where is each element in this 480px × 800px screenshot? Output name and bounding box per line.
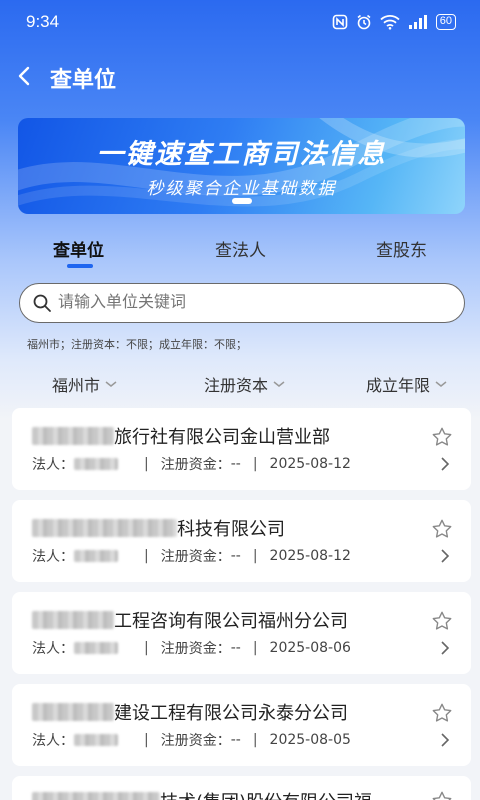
alarm-icon xyxy=(357,14,371,30)
nav-bar: 查单位 xyxy=(0,56,480,96)
company-card[interactable]: 建设工程有限公司永泰分公司 法人： | 注册资金： -- | 2025-08-05 xyxy=(12,684,471,766)
redacted-text xyxy=(32,519,177,537)
registration-date: 2025-08-12 xyxy=(269,456,351,472)
chevron-right-icon xyxy=(441,733,450,747)
filter-summary: 福州市；注册资本：不限；成立年限：不限； xyxy=(27,338,247,351)
status-bar: 9:34 60 xyxy=(0,0,480,48)
company-name: 工程咨询有限公司福州分公司 xyxy=(32,607,348,633)
signal-icon xyxy=(408,15,427,29)
promo-banner[interactable]: 一键速查工商司法信息 秒级聚合企业基础数据 xyxy=(18,118,465,214)
star-icon[interactable] xyxy=(431,790,453,800)
company-meta: 法人： | 注册资金： -- | 2025-08-06 xyxy=(32,640,351,657)
search-box[interactable] xyxy=(19,283,465,323)
redacted-text xyxy=(74,458,118,470)
redacted-text xyxy=(32,611,114,629)
page-title: 查单位 xyxy=(50,68,117,93)
chevron-down-icon xyxy=(273,381,285,387)
chevron-right-icon xyxy=(441,641,450,655)
chevron-down-icon xyxy=(105,381,117,387)
status-time: 9:34 xyxy=(26,12,60,31)
filter-years[interactable]: 成立年限 xyxy=(366,372,448,396)
active-tab-indicator xyxy=(67,264,93,268)
company-meta: 法人： | 注册资金： -- | 2025-08-12 xyxy=(32,548,351,565)
registration-date: 2025-08-05 xyxy=(269,732,351,748)
battery-icon: 60 xyxy=(435,14,456,30)
filter-bar: 福州市 注册资本 成立年限 xyxy=(0,372,480,396)
search-input[interactable] xyxy=(58,292,448,311)
chevron-down-icon xyxy=(435,381,447,387)
banner-page-indicator xyxy=(232,198,252,204)
company-card[interactable]: 科技有限公司 法人： | 注册资金： -- | 2025-08-12 xyxy=(12,500,471,582)
filter-city[interactable]: 福州市 xyxy=(52,372,118,396)
company-card[interactable]: 旅行社有限公司金山营业部 法人： | 注册资金： -- | 2025-08-12 xyxy=(12,408,471,490)
chevron-right-icon xyxy=(441,549,450,563)
redacted-text xyxy=(74,734,118,746)
star-icon[interactable] xyxy=(431,702,453,724)
company-name: 建设工程有限公司永泰分公司 xyxy=(32,699,348,725)
banner-subtitle: 秒级聚合企业基础数据 xyxy=(146,179,337,199)
redacted-text xyxy=(32,703,114,721)
tab-company[interactable]: 查单位 xyxy=(53,236,104,261)
wifi-icon xyxy=(380,15,400,30)
company-name: 技术(集团)股份有限公司福 xyxy=(32,788,372,800)
redacted-text xyxy=(32,792,160,800)
filter-capital-label: 注册资本 xyxy=(204,376,269,395)
status-icons: 60 xyxy=(332,14,456,30)
nfc-icon xyxy=(332,14,348,30)
company-meta: 法人： | 注册资金： -- | 2025-08-05 xyxy=(32,732,351,749)
back-button[interactable] xyxy=(12,60,40,92)
chevron-right-icon xyxy=(441,457,450,471)
company-meta: 法人： | 注册资金： -- | 2025-08-12 xyxy=(32,456,351,473)
star-icon[interactable] xyxy=(431,518,453,540)
company-name: 旅行社有限公司金山营业部 xyxy=(32,423,330,449)
company-name: 科技有限公司 xyxy=(32,515,285,541)
search-icon xyxy=(33,294,51,312)
redacted-text xyxy=(32,427,114,445)
star-icon[interactable] xyxy=(431,426,453,448)
redacted-text xyxy=(74,642,118,654)
tab-legal-person[interactable]: 查法人 xyxy=(215,236,266,261)
search-type-tabs: 查单位 查法人 查股东 xyxy=(0,236,480,272)
filter-capital[interactable]: 注册资本 xyxy=(204,372,286,396)
filter-city-label: 福州市 xyxy=(52,376,101,395)
registration-date: 2025-08-12 xyxy=(269,548,351,564)
chevron-left-icon xyxy=(18,66,30,86)
filter-years-label: 成立年限 xyxy=(366,376,431,395)
redacted-text xyxy=(74,550,118,562)
tab-shareholder[interactable]: 查股东 xyxy=(376,236,427,261)
registration-date: 2025-08-06 xyxy=(269,640,351,656)
banner-title: 一键速查工商司法信息 xyxy=(96,139,387,170)
company-card[interactable]: 工程咨询有限公司福州分公司 法人： | 注册资金： -- | 2025-08-06 xyxy=(12,592,471,674)
company-card[interactable]: 技术(集团)股份有限公司福 xyxy=(12,776,471,800)
star-icon[interactable] xyxy=(431,610,453,632)
